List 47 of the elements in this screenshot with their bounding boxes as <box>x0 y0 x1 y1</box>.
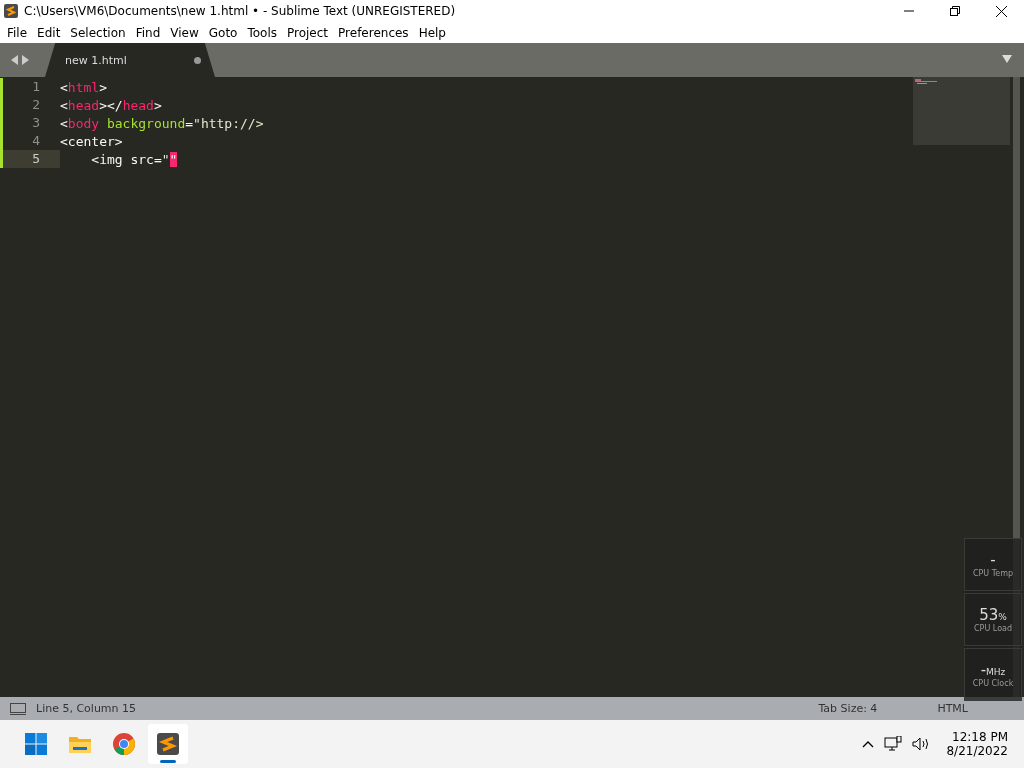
menu-item[interactable]: Preferences <box>333 25 414 40</box>
gadget-label: CPU Temp <box>972 569 1014 578</box>
code-line: <head></head> <box>60 97 162 113</box>
menu-item[interactable]: Help <box>413 25 451 40</box>
forward-icon[interactable] <box>21 55 29 65</box>
app-icon <box>4 4 18 18</box>
menu-item[interactable]: Project <box>282 25 334 40</box>
window-title: C:\Users\VM6\Documents\new 1.html • - Sublime Text (UNREGISTERED) <box>24 4 457 18</box>
dropdown-icon[interactable] <box>1002 55 1012 63</box>
chevron-up-icon[interactable] <box>862 740 875 748</box>
menu-item[interactable]: Edit <box>32 25 66 40</box>
restore-icon <box>950 6 960 16</box>
tab-size[interactable]: Tab Size: 4 <box>818 702 878 715</box>
line-number: 3 <box>31 114 41 132</box>
code-line: <body background="http://> <box>60 115 264 131</box>
line-number: 5 <box>3 150 60 168</box>
line-number: 1 <box>31 78 41 96</box>
menu-item[interactable]: Find <box>130 25 166 40</box>
code-line: <center> <box>60 133 123 149</box>
menu-item[interactable]: Selection <box>65 25 131 40</box>
panel-icon[interactable] <box>10 702 26 715</box>
clock-date[interactable]: 8/21/2022 <box>946 744 1008 758</box>
sublime-icon <box>157 733 179 755</box>
close-icon <box>995 5 1007 17</box>
line-number: 4 <box>31 132 41 150</box>
code-line: <img src="" <box>90 151 178 167</box>
syntax-label[interactable]: HTML <box>937 702 968 715</box>
gadget-value: - <box>990 551 996 569</box>
menu-item[interactable]: View <box>165 25 204 40</box>
file-tab[interactable]: new 1.html <box>45 43 215 77</box>
menu-item[interactable]: Tools <box>242 25 282 40</box>
gadget-value: -MHz <box>980 661 1006 679</box>
cursor-position: Line 5, Column 15 <box>36 702 138 715</box>
windows-start-icon <box>25 733 47 755</box>
menu-item[interactable]: Goto <box>203 25 243 40</box>
taskbar-app[interactable] <box>148 724 188 764</box>
gadget-value: 53% <box>979 606 1007 624</box>
chrome-icon <box>113 733 135 755</box>
code-line: <html> <box>60 79 107 95</box>
back-icon[interactable] <box>11 55 19 65</box>
network-icon[interactable] <box>884 736 903 752</box>
gadget-label: CPU Clock <box>972 679 1014 688</box>
menu-item[interactable]: File <box>2 25 33 40</box>
volume-icon[interactable] <box>912 736 931 752</box>
gadget-label: CPU Load <box>974 624 1012 633</box>
clock-time[interactable]: 12:18 PM <box>952 730 1008 744</box>
line-number: 2 <box>31 96 41 114</box>
